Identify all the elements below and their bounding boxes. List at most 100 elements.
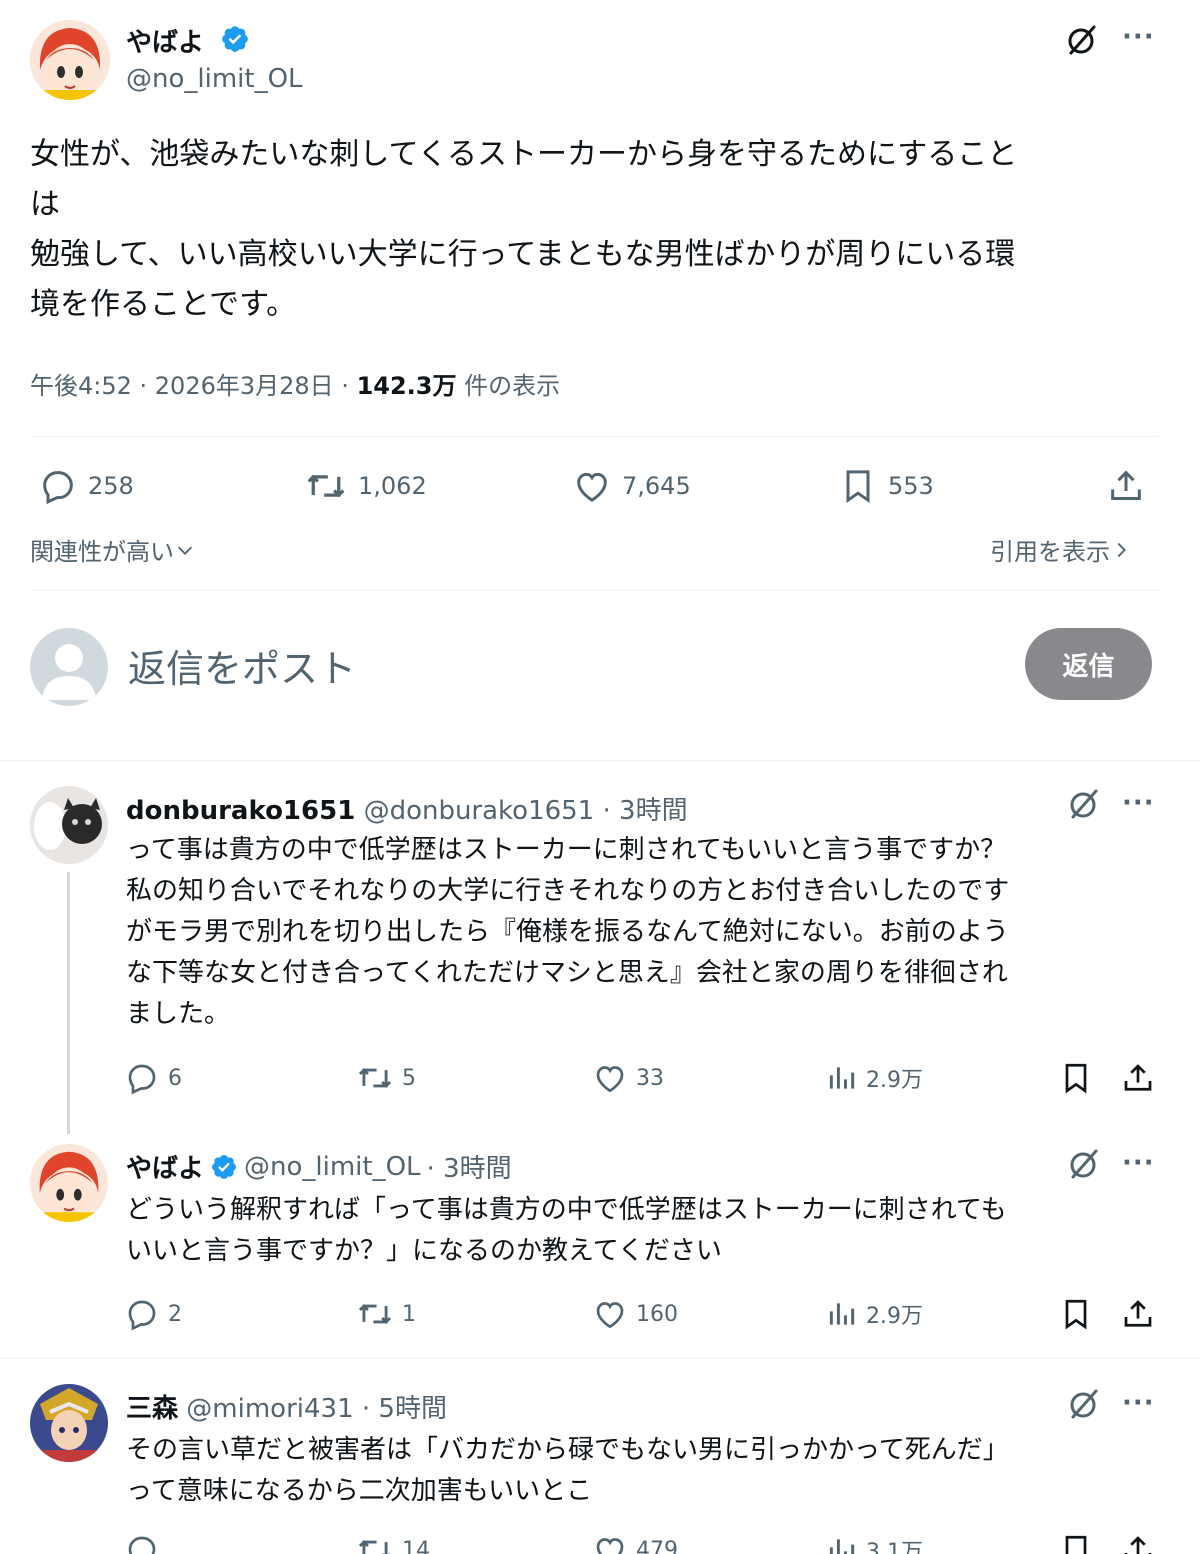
like-icon <box>592 1060 628 1096</box>
reply-author-handle[interactable]: @mimori431 <box>186 1394 353 1424</box>
grok-icon[interactable] <box>1066 786 1102 822</box>
repost-count: 5 <box>402 1065 416 1091</box>
post-time[interactable]: 午後4:52 · 2026年3月28日 · <box>30 372 357 400</box>
reply-icon <box>124 1060 160 1096</box>
reply-icon <box>124 1296 160 1332</box>
repost-count: 1,062 <box>358 472 427 500</box>
bookmark-icon[interactable] <box>1058 1532 1094 1554</box>
share-icon[interactable] <box>1120 1296 1156 1332</box>
reply-time[interactable]: · 3時間 <box>427 1148 512 1185</box>
reply-avatar[interactable] <box>30 786 108 864</box>
reply-count: 2 <box>168 1301 182 1327</box>
reply-avatar[interactable] <box>30 1144 108 1222</box>
view-quotes-label: 引用を表示 <box>990 538 1110 566</box>
more-icon[interactable]: ··· <box>1122 1148 1155 1178</box>
post-text-line: 勉強して、いい高校いい大学に行ってまともな男性ばかりが周りにいる環 <box>30 237 1016 272</box>
views-icon <box>826 1060 858 1096</box>
reply-text-line: がモラ男で別れを切り出したら『俺様を振るなんて絶対にない。お前のよう <box>126 917 1009 947</box>
reply-avatar[interactable] <box>30 1384 108 1462</box>
reply-text: どういう解釈すれば「って事は貴方の中で低学歴はストーカーに刺されても いいと言う… <box>126 1190 1166 1272</box>
repost-count: 1 <box>402 1301 416 1327</box>
views-button[interactable]: 2.9万 <box>826 1060 923 1096</box>
views-icon <box>826 1296 858 1332</box>
chevron-down-icon <box>174 539 196 561</box>
share-icon[interactable] <box>1106 466 1146 506</box>
bookmark-icon[interactable] <box>1058 1296 1094 1332</box>
grok-icon[interactable] <box>1064 22 1100 58</box>
share-icon[interactable] <box>1120 1060 1156 1096</box>
reply-author-handle[interactable]: @donburako1651 <box>364 796 595 826</box>
repost-button[interactable]: 1 <box>356 1296 416 1332</box>
views-button[interactable]: 3.1万 <box>826 1532 923 1554</box>
sort-dropdown[interactable]: 関連性が高い <box>30 532 196 567</box>
post-text-line: 女性が、池袋みたいな刺してくるストーカーから身を守るためにすること <box>30 137 1018 172</box>
chevron-right-icon <box>1110 539 1132 561</box>
repost-button[interactable]: 14 <box>356 1532 430 1554</box>
grok-icon[interactable] <box>1066 1386 1102 1422</box>
view-count: 3.1万 <box>866 1540 923 1554</box>
reply-text-line: ました。 <box>126 999 231 1029</box>
reply-button[interactable]: 6 <box>124 1060 182 1096</box>
author-handle[interactable]: @no_limit_OL <box>126 64 303 94</box>
post-text: 女性が、池袋みたいな刺してくるストーカーから身を守るためにすること は 勉強して… <box>30 130 1170 330</box>
like-count: 160 <box>636 1301 678 1327</box>
share-icon[interactable] <box>1120 1532 1156 1554</box>
reply-submit-button[interactable]: 返信 <box>1025 628 1152 700</box>
divider <box>30 590 1158 591</box>
like-button[interactable]: 33 <box>592 1060 664 1096</box>
repost-icon <box>356 1060 394 1096</box>
more-icon[interactable]: ··· <box>1122 788 1155 818</box>
verified-icon <box>220 24 250 54</box>
user-avatar <box>30 628 108 706</box>
view-count: 2.9万 <box>866 1068 923 1093</box>
view-label: 件の表示 <box>456 372 561 400</box>
reply-button[interactable]: 2 <box>124 1296 182 1332</box>
reply-icon <box>124 1532 160 1554</box>
more-icon[interactable]: ··· <box>1122 22 1155 52</box>
reply-button[interactable] <box>124 1532 168 1554</box>
views-button[interactable]: 2.9万 <box>826 1296 923 1332</box>
reply-input[interactable]: 返信をポスト <box>128 638 356 693</box>
reply-author-name[interactable]: donburako1651 <box>126 796 355 826</box>
reply-text-line: 私の知り合いでそれなりの大学に行きそれなりの方とお付き合いしたのです <box>126 876 1010 906</box>
reply-author-name[interactable]: やばよ <box>126 1148 204 1185</box>
reply-header: 三森 @mimori431 · 5時間 <box>126 1388 447 1425</box>
like-icon <box>592 1532 628 1554</box>
reply-time[interactable]: · 5時間 <box>354 1394 447 1424</box>
like-count: 479 <box>636 1537 678 1554</box>
more-icon[interactable]: ··· <box>1122 1388 1155 1418</box>
reply-text-line: どういう解釈すれば「って事は貴方の中で低学歴はストーカーに刺されても <box>126 1195 1007 1225</box>
view-quotes-link[interactable]: 引用を表示 <box>990 532 1132 567</box>
views-icon <box>826 1532 858 1554</box>
like-button[interactable]: 160 <box>592 1296 678 1332</box>
reply-button[interactable]: 258 <box>38 466 134 506</box>
reply-author-handle[interactable]: @no_limit_OL <box>244 1152 421 1182</box>
reply-author-name[interactable]: 三森 <box>126 1394 178 1424</box>
section-divider <box>0 760 1200 761</box>
reply-text: その言い草だと被害者は「バカだから碌でもない男に引っかかって死んだ」 って意味に… <box>126 1430 1166 1512</box>
post-meta: 午後4:52 · 2026年3月28日 · 142.3万 件の表示 <box>30 366 560 401</box>
repost-button[interactable]: 5 <box>356 1060 416 1096</box>
bookmark-icon[interactable] <box>1058 1060 1094 1096</box>
reply-text-line: その言い草だと被害者は「バカだから碌でもない男に引っかかって死んだ」 <box>126 1435 1009 1465</box>
reply-text-line: いいと言う事ですか？」になるのか教えてください <box>126 1236 722 1266</box>
reply-count: 258 <box>88 472 134 500</box>
reply-time[interactable]: · 3時間 <box>594 796 688 826</box>
like-button[interactable]: 7,645 <box>572 466 691 506</box>
reply-header: donburako1651 @donburako1651 · 3時間 <box>126 790 688 827</box>
repost-button[interactable]: 1,062 <box>304 466 427 506</box>
author-name[interactable]: やばよ <box>126 22 204 59</box>
reply-text-line: って事は貴方の中で低学歴はストーカーに刺されてもいいと言う事ですか？ <box>126 835 1007 865</box>
bookmark-count: 553 <box>888 472 934 500</box>
like-button[interactable]: 479 <box>592 1532 678 1554</box>
like-icon <box>592 1296 628 1332</box>
divider <box>30 436 1158 437</box>
bookmark-button[interactable]: 553 <box>838 466 934 506</box>
grok-icon[interactable] <box>1066 1146 1102 1182</box>
author-avatar[interactable] <box>30 20 110 100</box>
bookmark-icon <box>838 466 878 506</box>
repost-icon <box>356 1296 394 1332</box>
like-count: 33 <box>636 1065 664 1091</box>
reply-header: やばよ @no_limit_OL · 3時間 <box>126 1148 512 1185</box>
reply-count: 6 <box>168 1065 182 1091</box>
